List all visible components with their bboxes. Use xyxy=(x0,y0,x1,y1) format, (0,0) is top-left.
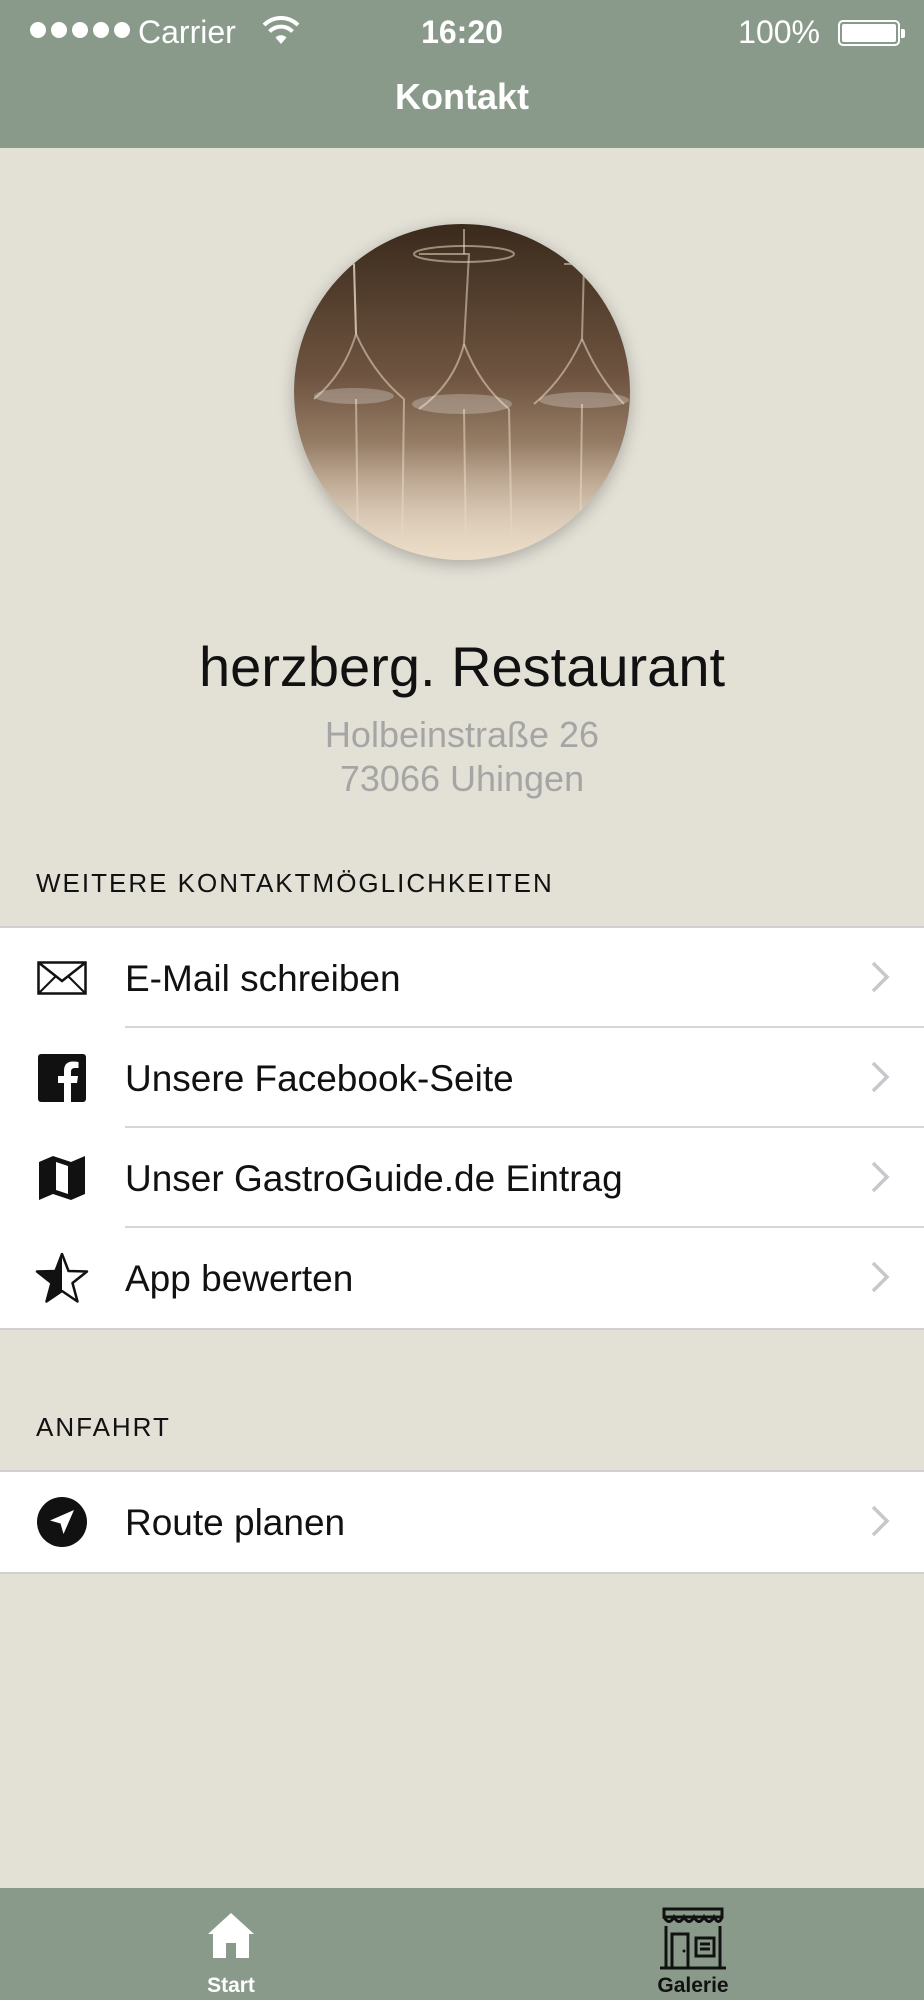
section-header-route: ANFAHRT xyxy=(36,1412,171,1442)
route-list: Route planen xyxy=(0,1470,924,1574)
page-title: Kontakt xyxy=(395,76,529,117)
status-bar: Carrier 16:20 100% xyxy=(0,0,924,66)
battery-icon xyxy=(838,20,905,46)
restaurant-photo xyxy=(294,224,630,560)
home-icon xyxy=(0,1910,462,1965)
storefront-icon xyxy=(462,1906,924,1975)
chevron-right-icon xyxy=(870,960,890,999)
list-item-route[interactable]: Route planen xyxy=(0,1472,924,1572)
chevron-right-icon xyxy=(870,1260,890,1299)
map-icon xyxy=(34,1152,90,1204)
section-header-contact: WEITERE KONTAKTMÖGLICHKEITEN xyxy=(36,868,554,898)
star-icon xyxy=(34,1252,90,1304)
list-item-rate-app[interactable]: App bewerten xyxy=(0,1228,924,1328)
tab-label: Start xyxy=(207,1974,255,1997)
list-item-email[interactable]: E-Mail schreiben xyxy=(0,928,924,1028)
navigation-bar: Kontakt xyxy=(0,66,924,148)
location-arrow-icon xyxy=(34,1496,90,1548)
list-item-label: Route planen xyxy=(125,1502,346,1543)
battery-percentage: 100% xyxy=(738,14,820,50)
tab-bar: Start Galerie xyxy=(0,1888,924,2000)
tab-galerie[interactable]: Galerie xyxy=(462,1888,924,2000)
envelope-icon xyxy=(34,952,90,1004)
tab-label: Galerie xyxy=(657,1974,729,1997)
list-item-label: App bewerten xyxy=(125,1258,354,1299)
tab-start[interactable]: Start xyxy=(0,1888,462,2000)
list-item-label: E-Mail schreiben xyxy=(125,958,401,999)
list-item-label: Unser GastroGuide.de Eintrag xyxy=(125,1158,623,1199)
address-city: 73066 Uhingen xyxy=(339,758,585,799)
chevron-right-icon xyxy=(870,1160,890,1199)
list-item-gastroguide[interactable]: Unser GastroGuide.de Eintrag xyxy=(0,1128,924,1228)
facebook-icon xyxy=(34,1052,90,1104)
list-item-facebook[interactable]: Unsere Facebook-Seite xyxy=(0,1028,924,1128)
address-street: Holbeinstraße 26 xyxy=(324,714,600,755)
list-item-label: Unsere Facebook-Seite xyxy=(125,1058,514,1099)
chevron-right-icon xyxy=(870,1060,890,1099)
contact-list: E-Mail schreiben Unsere Facebook-Seite U… xyxy=(0,926,924,1330)
chevron-right-icon xyxy=(870,1504,890,1543)
restaurant-name: herzberg. Restaurant xyxy=(198,635,726,698)
